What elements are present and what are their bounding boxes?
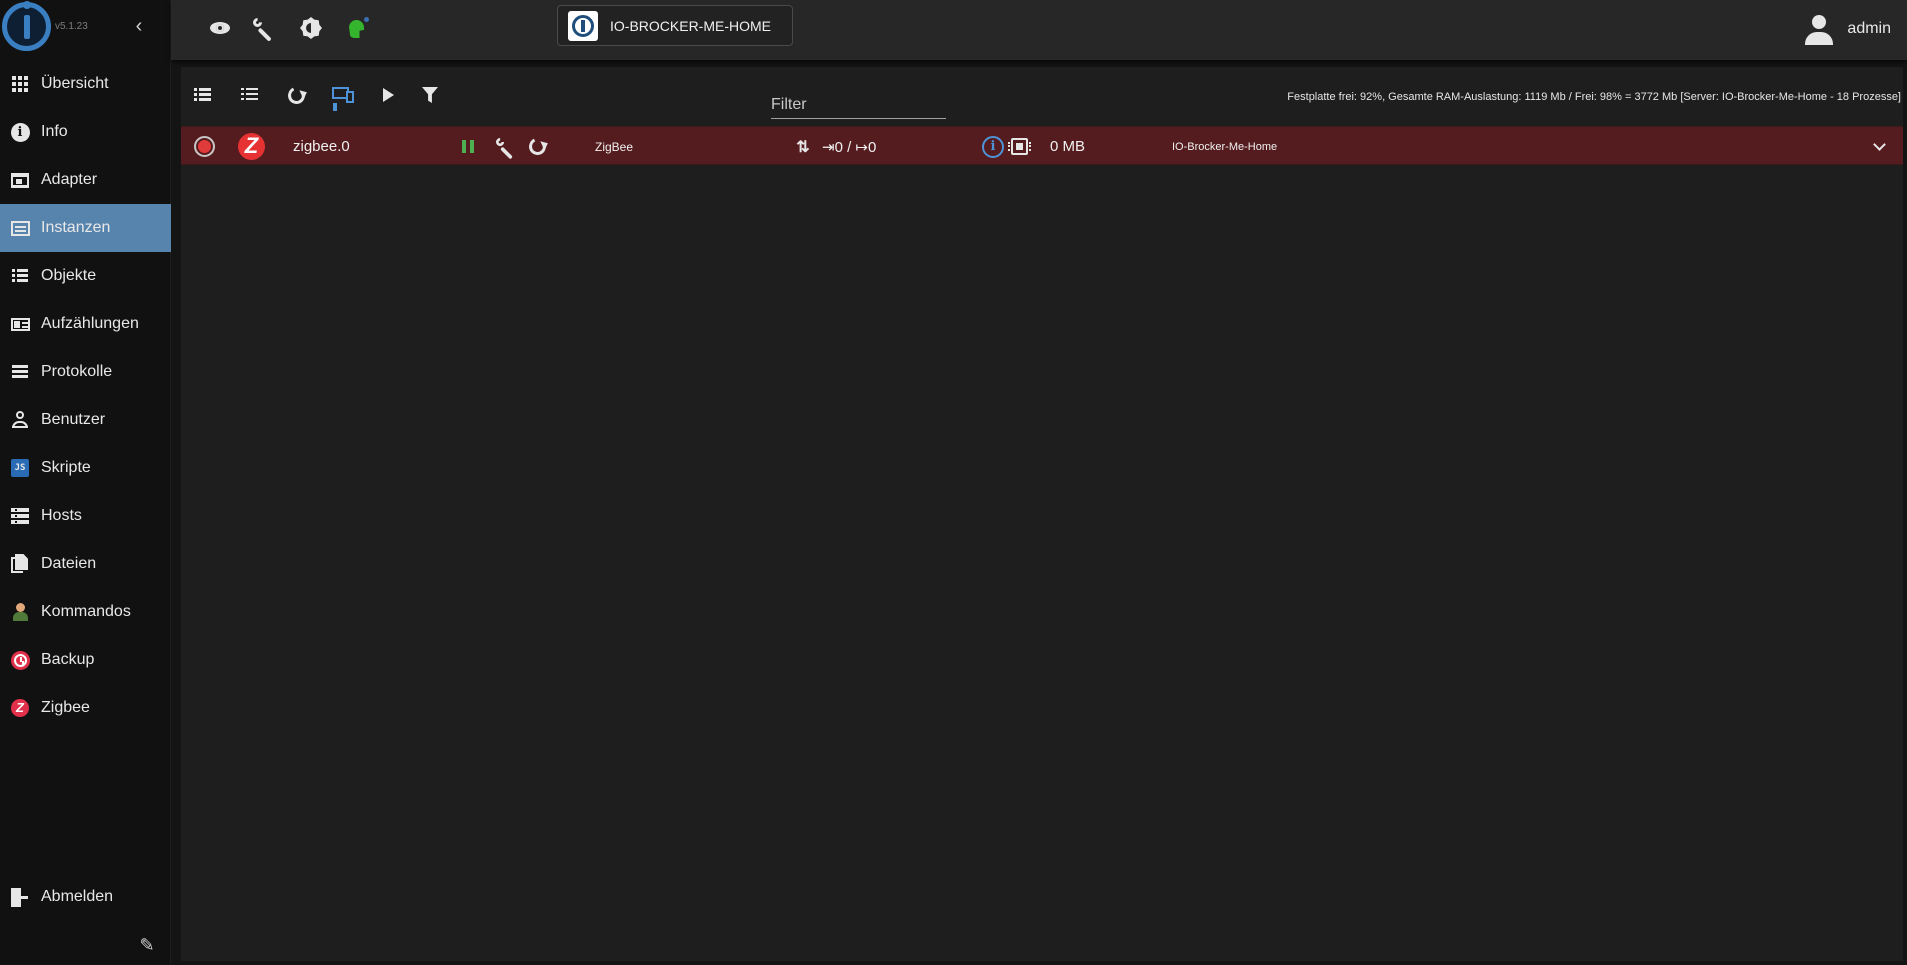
subtitles-icon — [9, 217, 31, 239]
instance-info-icon[interactable]: i — [982, 136, 1004, 158]
user-menu[interactable]: admin — [1803, 12, 1891, 46]
hosts-icon — [9, 505, 31, 527]
eye-icon[interactable] — [204, 12, 236, 44]
filter-icon — [422, 87, 438, 103]
instance-row[interactable]: Z zigbee.0 ZigBee ⇅ ⇥0 / ↦0 i 0 MB IO-Br… — [181, 126, 1903, 165]
zigbee-icon: Z — [9, 697, 31, 719]
iobroker-logo[interactable] — [2, 1, 51, 51]
sidebar-item-label: Skripte — [41, 459, 91, 476]
logout-button[interactable]: Abmelden — [0, 873, 171, 921]
devices-view-button[interactable] — [328, 80, 358, 110]
log-icon — [9, 361, 31, 383]
sidebar-item-label: Objekte — [41, 267, 97, 284]
sidebar-item-label: Adapter — [41, 171, 98, 188]
logout-icon — [9, 886, 31, 908]
version-label: v5.1.23 — [55, 21, 88, 32]
sidebar-item-objekte[interactable]: Objekte — [0, 252, 171, 300]
sidebar-item-kommandos[interactable]: Kommandos — [0, 588, 171, 636]
sidebar-item-backup[interactable]: Backup — [0, 636, 171, 684]
filter-input[interactable] — [771, 95, 946, 115]
sidebar-item-label: Info — [41, 123, 68, 140]
edit-menu-icon[interactable]: ✎ — [136, 934, 158, 956]
instances-panel: Festplatte frei: 92%, Gesamte RAM-Auslas… — [181, 67, 1903, 961]
sidebar-item-label: Dateien — [41, 555, 97, 572]
grid-icon — [9, 73, 31, 95]
pause-instance-button[interactable] — [458, 127, 478, 166]
files-icon — [9, 553, 31, 575]
user-icon — [1803, 13, 1835, 45]
javascript-icon: JS — [9, 457, 31, 479]
enum-icon — [9, 313, 31, 335]
start-all-button[interactable] — [372, 80, 402, 110]
filter-button[interactable] — [415, 80, 445, 110]
instance-memory: 0 MB — [1050, 138, 1086, 155]
wrench-icon — [495, 137, 515, 157]
list-view-button[interactable] — [187, 80, 217, 110]
host-logo-icon — [568, 10, 598, 41]
sidebar-item-protokolle[interactable]: Protokolle — [0, 348, 171, 396]
sidebar-item-label: Zigbee — [41, 699, 90, 716]
sidebar-item-aufzaehlungen[interactable]: Aufzählungen — [0, 300, 171, 348]
sidebar-item-label: Hosts — [41, 507, 82, 524]
sidebar-item-zigbee[interactable]: Z Zigbee — [0, 684, 171, 732]
compact-list-icon — [240, 88, 258, 102]
instance-settings-button[interactable] — [492, 127, 518, 166]
store-icon — [9, 169, 31, 191]
sidebar-item-label: Aufzählungen — [41, 315, 139, 332]
restart-instance-button[interactable] — [525, 127, 549, 166]
instance-events: ⇥0 / ↦0 — [822, 138, 877, 156]
wrench-icon[interactable] — [247, 12, 279, 44]
reload-button[interactable] — [281, 80, 311, 110]
sidebar-item-adapter[interactable]: Adapter — [0, 156, 171, 204]
backup-icon — [9, 649, 31, 671]
topbar: IO-BROCKER-ME-HOME admin — [171, 0, 1907, 60]
person-icon — [9, 409, 31, 431]
devices-icon — [331, 87, 355, 103]
list-icon — [9, 265, 31, 287]
restart-icon — [526, 135, 548, 158]
instance-host: IO-Brocker-Me-Home — [1172, 140, 1278, 153]
host-stats-text: Festplatte frei: 92%, Gesamte RAM-Auslas… — [1287, 91, 1901, 103]
play-icon — [383, 88, 394, 102]
sidebar-item-label: Übersicht — [41, 75, 109, 92]
instance-name: zigbee.0 — [293, 138, 350, 155]
instances-toolbar: Festplatte frei: 92%, Gesamte RAM-Auslas… — [181, 67, 1903, 126]
zigbee-adapter-icon: Z — [238, 133, 265, 160]
list-view-icon — [193, 88, 211, 102]
logout-label: Abmelden — [41, 888, 114, 905]
sidebar-item-benutzer[interactable]: Benutzer — [0, 396, 171, 444]
sidebar: v5.1.23 ‹ Übersicht i Info Adapter Insta… — [0, 0, 171, 965]
sidebar-item-label: Protokolle — [41, 363, 113, 380]
instance-title: ZigBee — [595, 139, 634, 154]
pause-icon — [462, 140, 466, 153]
logo-area: v5.1.23 ‹ — [0, 0, 171, 56]
filter-field — [771, 87, 946, 119]
sidebar-item-info[interactable]: i Info — [0, 108, 171, 156]
sidebar-item-label: Instanzen — [41, 219, 111, 236]
user-name: admin — [1847, 20, 1891, 37]
command-icon — [9, 601, 31, 623]
expand-row-button[interactable] — [1867, 127, 1891, 166]
sidebar-item-label: Benutzer — [41, 411, 106, 428]
info-icon: i — [9, 121, 31, 143]
sidebar-item-dateien[interactable]: Dateien — [0, 540, 171, 588]
host-selector-label: IO-BROCKER-ME-HOME — [610, 17, 771, 34]
refresh-icon — [285, 84, 307, 106]
host-selector[interactable]: IO-BROCKER-ME-HOME — [557, 5, 793, 46]
memory-chip-icon — [1008, 138, 1031, 155]
sidebar-item-instanzen[interactable]: Instanzen — [0, 204, 171, 252]
events-updown-icon: ⇅ — [796, 138, 810, 156]
collapse-sidebar-button[interactable]: ‹ — [128, 14, 150, 38]
sidebar-item-label: Backup — [41, 651, 95, 668]
chevron-down-icon — [1872, 138, 1886, 151]
compact-view-button[interactable] — [234, 80, 264, 110]
sidebar-item-label: Kommandos — [41, 603, 131, 620]
brightness-icon[interactable] — [295, 12, 327, 44]
sidebar-item-skripte[interactable]: JS Skripte — [0, 444, 171, 492]
sidebar-item-hosts[interactable]: Hosts — [0, 492, 171, 540]
sidebar-item-uebersicht[interactable]: Übersicht — [0, 60, 171, 108]
expert-mode-head-icon[interactable] — [342, 12, 374, 44]
instance-status-indicator[interactable] — [194, 136, 215, 157]
